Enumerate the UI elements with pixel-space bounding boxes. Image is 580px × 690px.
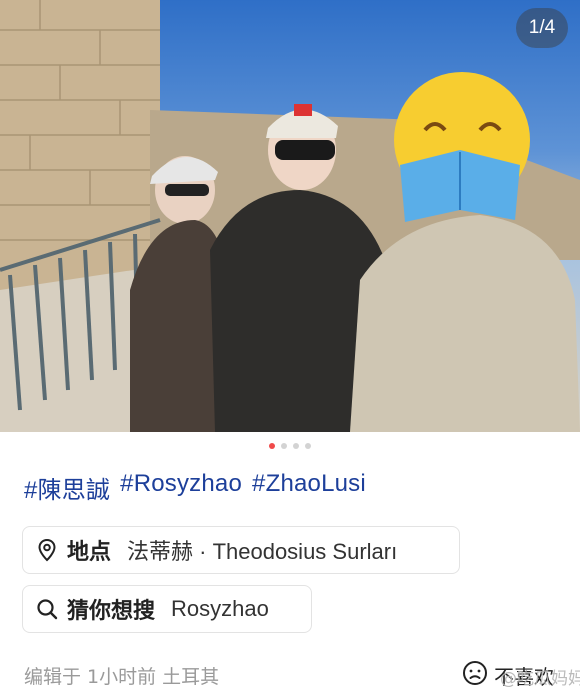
- carousel-dot[interactable]: [281, 443, 287, 449]
- edit-info: 编辑于 1小时前 土耳其: [24, 666, 220, 688]
- location-pin-icon: [35, 538, 59, 562]
- search-icon: [35, 597, 59, 621]
- suggested-search-chip[interactable]: 猜你想搜 Rosyzhao: [22, 585, 312, 633]
- watermark: @吃瓜妈妈: [500, 669, 580, 689]
- location-value: 法蒂赫 · Theodosius Surları: [127, 539, 398, 564]
- hashtag-list: #陳思誠 #Rosyzhao #ZhaoLusi: [24, 470, 366, 505]
- post-photo[interactable]: 1/4: [0, 0, 580, 432]
- dislike-icon: [462, 660, 488, 690]
- selfie-image: [0, 0, 580, 432]
- carousel-dot[interactable]: [269, 443, 275, 449]
- carousel-indicator: [0, 443, 580, 449]
- search-value: Rosyzhao: [171, 596, 269, 621]
- carousel-dot[interactable]: [305, 443, 311, 449]
- location-chip[interactable]: 地点 法蒂赫 · Theodosius Surları: [22, 526, 460, 574]
- carousel-dot[interactable]: [293, 443, 299, 449]
- hashtag-chen-sicheng[interactable]: #陳思誠: [24, 470, 110, 505]
- hashtag-zhaolusi[interactable]: #ZhaoLusi: [252, 470, 366, 505]
- search-key: 猜你想搜: [67, 599, 156, 624]
- photo-counter: 1/4: [516, 8, 568, 48]
- location-key: 地点: [67, 540, 112, 565]
- hashtag-rosyzhao[interactable]: #Rosyzhao: [120, 470, 242, 505]
